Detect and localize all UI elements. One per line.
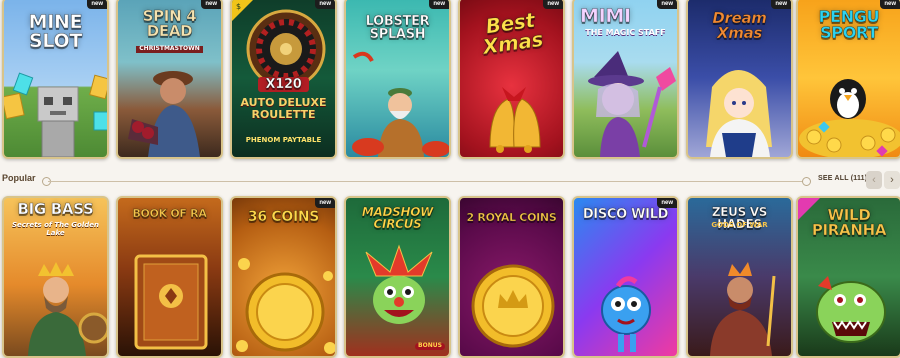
anime-girl-icon (706, 70, 772, 157)
new-badge: new (880, 0, 900, 9)
game-tile-mine-slot[interactable]: new MINE SLOT (2, 0, 109, 159)
fisherman-icon (352, 51, 449, 157)
penguin-icon (799, 79, 900, 157)
game-title: PENGU SPORT (818, 7, 880, 42)
game-subtitle: GODS OF WAR (711, 221, 768, 229)
new-badge: new (315, 198, 335, 208)
game-title: MINE SLOT (28, 11, 83, 52)
game-tile-36-coins[interactable]: new 36 COINS (230, 196, 337, 358)
chevron-right-icon: › (890, 174, 894, 186)
game-subtitle: CHRISTMASTOWN (136, 45, 203, 53)
game-tile-2-royal-coins[interactable]: 2 ROYAL COINS (458, 196, 565, 358)
game-tile-lobster-splash[interactable]: new LOBSTER SPLASH (344, 0, 451, 159)
featured-games-row: new MINE SLOT new SPIN 4 DEAD CHRISTMAST… (0, 0, 900, 159)
game-tile-spin4dead[interactable]: new SPIN 4 DEAD CHRISTMASTOWN (116, 0, 223, 159)
game-tagline: PHENOM PAYTABLE (245, 136, 322, 144)
game-subtitle: Auto Deluxe ROULETTE (240, 96, 327, 122)
game-tile-book-of-ra[interactable]: BOOK OF RA (116, 196, 223, 358)
new-badge: new (657, 0, 677, 9)
game-tile-mimi[interactable]: new MIMI THE MAGIC STAFF (572, 0, 679, 159)
game-tile-disco-wild[interactable]: new DISCO WILD (572, 196, 679, 358)
new-badge: new (87, 0, 107, 9)
chevron-left-icon: ‹ (872, 174, 876, 186)
piranha-icon (816, 276, 886, 343)
carousel-prev-button[interactable]: ‹ (866, 171, 882, 189)
game-tile-best-xmas[interactable]: new Best Xmas (458, 0, 565, 159)
game-subtitle: Secrets of The Golden Lake (11, 221, 100, 237)
character-icon (128, 71, 200, 157)
clown-icon (365, 244, 433, 324)
book-icon (134, 254, 208, 350)
gold-coin-icon (236, 258, 335, 354)
game-title: MADSHOW CIRCUS (361, 205, 434, 231)
game-title: 36 COINS (247, 209, 320, 225)
popular-section-header: Popular SEE ALL (111) ‹ › (0, 170, 900, 192)
section-divider (48, 181, 806, 182)
carousel-next-button[interactable]: › (884, 171, 900, 189)
game-title: 2 ROYAL COINS (466, 211, 557, 224)
new-badge: new (771, 0, 791, 9)
game-tile-pengu-sport[interactable]: new PENGU SPORT (796, 0, 900, 159)
robot-icon (4, 72, 107, 157)
svg-text:$: $ (236, 2, 241, 11)
new-badge: new (315, 0, 335, 9)
section-title: Popular (2, 173, 36, 183)
warrior-icon (710, 262, 776, 356)
game-tile-auto-roulette[interactable]: new $ x120 Auto Deluxe ROULETTE PHENOM P… (230, 0, 337, 159)
game-title: Dream Xmas (712, 9, 767, 42)
game-title: BIG BASS (17, 200, 94, 218)
game-tile-wild-piranha[interactable]: WILD PIRANHA (796, 196, 900, 358)
game-title: MIMI (580, 5, 632, 27)
multiplier-label: x120 (258, 77, 309, 92)
game-title: LOBSTER SPLASH (365, 14, 430, 42)
fisherman-king-icon (28, 262, 107, 356)
game-tile-big-bass[interactable]: BIG BASS Secrets of The Golden Lake (2, 196, 109, 358)
crown-coin-icon (471, 264, 555, 348)
new-badge: new (201, 0, 221, 9)
divider-dot (802, 177, 811, 186)
game-tile-dream-xmas[interactable]: new Dream Xmas (686, 0, 793, 159)
see-all-link[interactable]: SEE ALL (111) (818, 175, 867, 182)
game-title: WILD PIRANHA (811, 206, 887, 239)
game-title: Best Xmas (481, 7, 545, 60)
bell-icon (489, 87, 541, 153)
disco-ball-icon (601, 276, 651, 352)
witch-icon (588, 51, 676, 157)
game-subtitle: THE MAGIC STAFF (585, 28, 666, 37)
bonus-badge: BONUS (415, 343, 445, 350)
game-tile-zeus-vs-hades[interactable]: ZEUS vs HADES GODS OF WAR (686, 196, 793, 358)
game-title: DISCO WILD (582, 207, 669, 222)
game-tile-madshow-circus[interactable]: MADSHOW CIRCUS BONUS (344, 196, 451, 358)
popular-games-row: BIG BASS Secrets of The Golden Lake BOOK… (0, 196, 900, 358)
game-title: SPIN 4 DEAD (142, 7, 197, 40)
new-badge: new (429, 0, 449, 9)
game-title: BOOK OF RA (132, 207, 207, 220)
